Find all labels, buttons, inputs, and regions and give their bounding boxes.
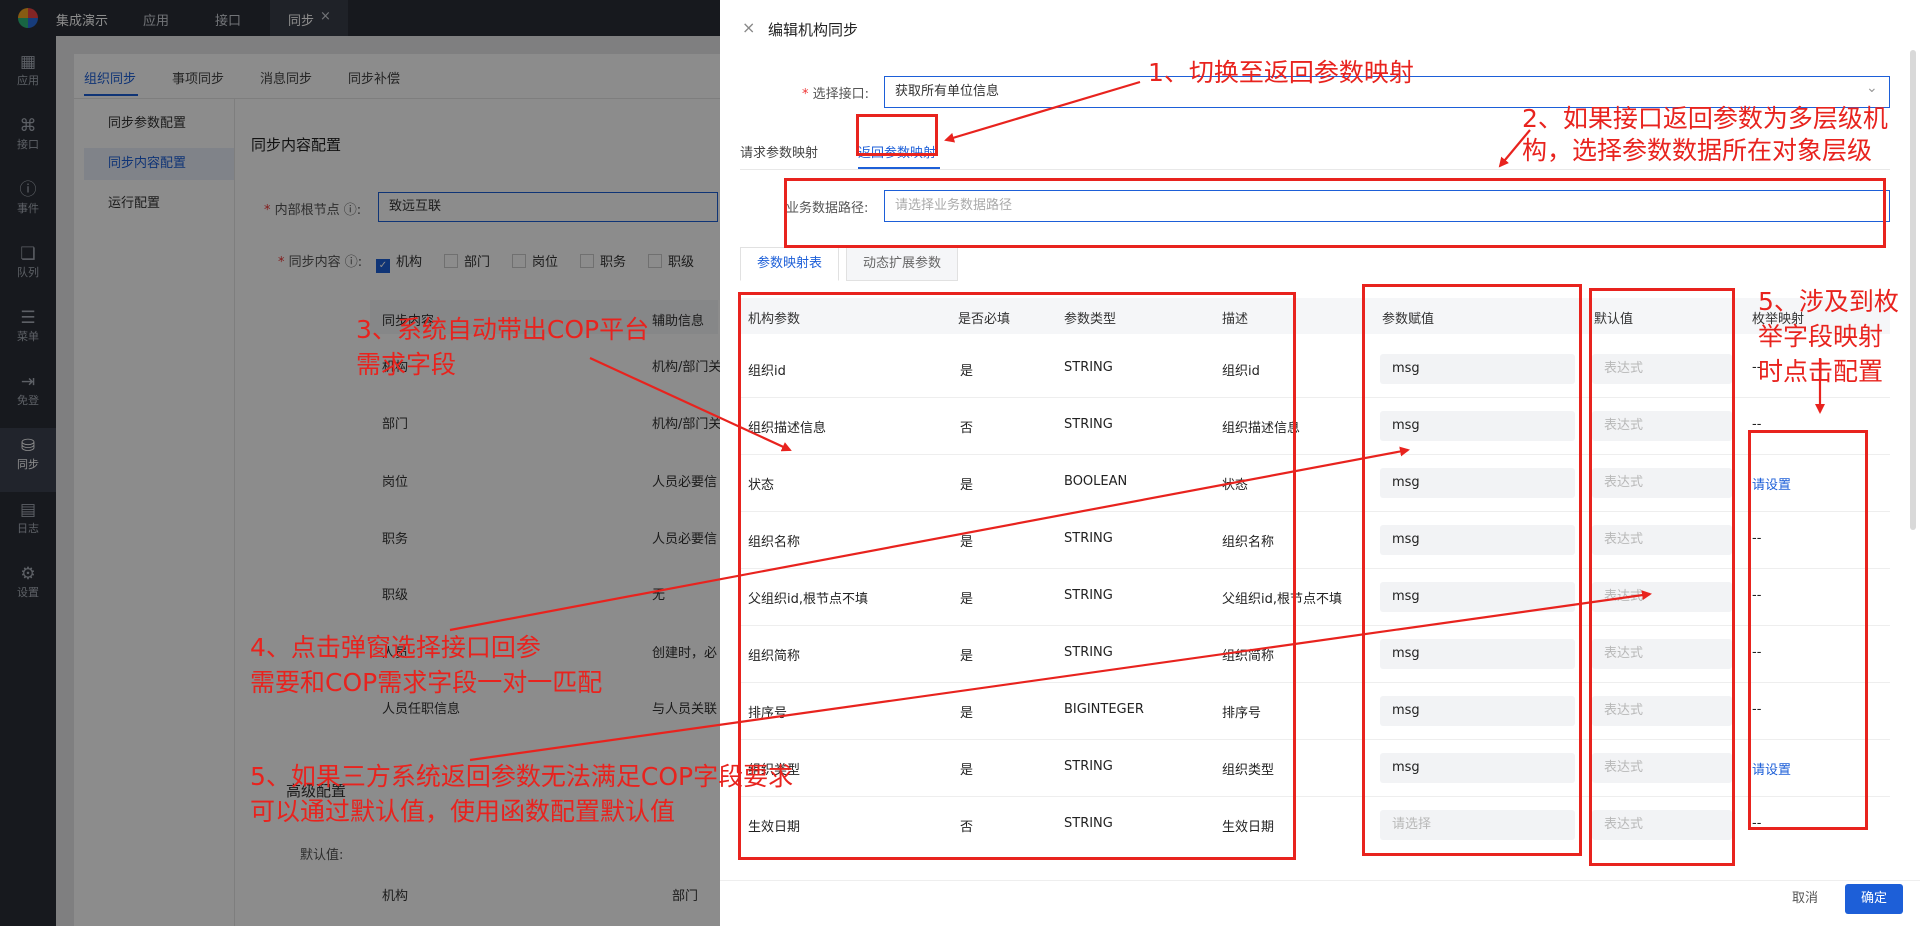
annotation-note: 需要和COP需求字段一对一匹配 [250, 668, 603, 697]
annotation-note: 1、切换至返回参数映射 [1148, 58, 1414, 87]
annotation-note: 时点击配置 [1758, 357, 1884, 386]
annotation-note: 2、如果接口返回参数为多层级机 [1522, 104, 1888, 133]
annotation-note: 4、点击弹窗选择接口回参 [250, 633, 541, 662]
arrow-4 [449, 446, 1410, 632]
arrow-1 [944, 80, 1141, 143]
annotation-note: 5、如果三方系统返回参数无法满足COP字段要求 [250, 762, 794, 791]
annotation-note: 构，选择参数数据所在对象层级 [1522, 136, 1873, 165]
arrow-5 [469, 590, 1652, 762]
annotation-note: 3、系统自动带出COP平台 [356, 315, 650, 344]
annotation-note: 5、涉及到枚 [1758, 287, 1899, 316]
annotation-note: 可以通过默认值，使用函数配置默认值 [250, 797, 676, 826]
arrow-3 [589, 357, 792, 452]
annotation-note: 举字段映射 [1758, 322, 1884, 351]
annotation-note: 需求字段 [356, 350, 457, 379]
